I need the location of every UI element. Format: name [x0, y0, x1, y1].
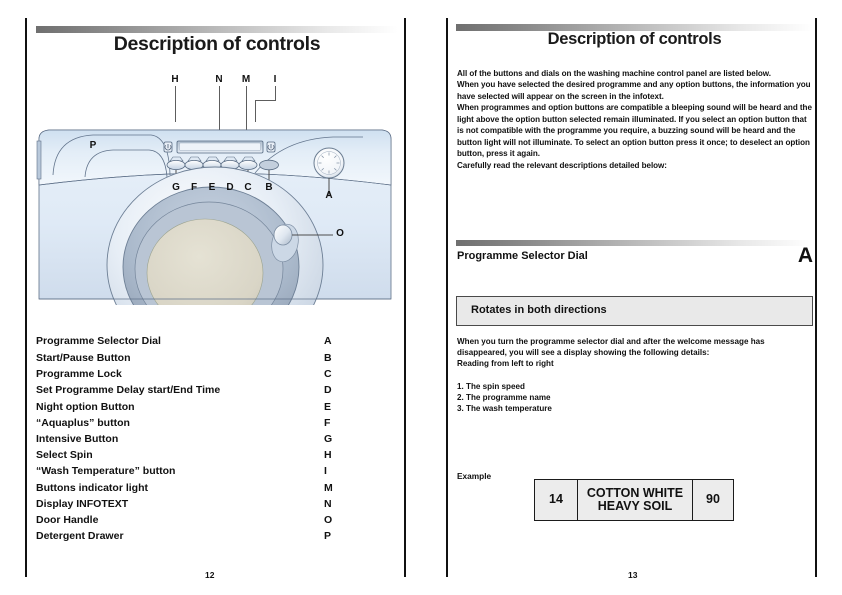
- legend-code: N: [324, 497, 332, 510]
- left-page-left-edge: [25, 18, 27, 577]
- callout-letter-d: D: [226, 182, 234, 193]
- display-details-list: 1. The spin speed 2. The programme name …: [457, 381, 552, 415]
- legend-label: Start/Pause Button: [36, 352, 131, 364]
- section-body-text: When you turn the programme selector dia…: [457, 336, 815, 370]
- legend-label: Set Programme Delay start/End Time: [36, 384, 221, 397]
- legend-code: B: [324, 352, 332, 364]
- legend-row: Start/Pause Button B: [36, 350, 366, 366]
- legend-code: I: [324, 465, 327, 478]
- example-temperature-cell: 90: [692, 479, 734, 521]
- section-body-paragraph: Reading from left to right: [457, 359, 554, 369]
- legend-row: Set Programme Delay start/End Time D: [36, 382, 366, 398]
- example-programme-line2: HEAVY SOIL: [597, 499, 673, 513]
- legend-code: E: [324, 400, 332, 413]
- left-page-right-edge: [404, 18, 406, 577]
- legend-row: Door Handle O: [36, 512, 366, 528]
- intro-paragraph: Carefully read the relevant descriptions…: [457, 160, 667, 170]
- example-display-table: 14 COTTON WHITE HEAVY SOIL 90: [534, 479, 734, 521]
- legend-label: Buttons indicator light: [36, 481, 148, 494]
- legend-row: Buttons indicator light M: [36, 480, 366, 496]
- list-item: 2. The programme name: [457, 393, 551, 403]
- example-label: Example: [457, 471, 492, 481]
- legend-code: A: [324, 335, 332, 347]
- callout-letter-i: I: [273, 74, 277, 85]
- legend-row: Display INFOTEXT N: [36, 496, 366, 512]
- intro-paragraph: All of the buttons and dials on the wash…: [457, 69, 771, 78]
- left-page-header-rule: [36, 26, 398, 33]
- legend-code: O: [324, 513, 333, 526]
- section-code-letter: A: [797, 244, 813, 267]
- callout-letter-g: G: [172, 182, 180, 193]
- right-page-right-edge: [815, 18, 817, 577]
- legend-row: Select Spin H: [36, 447, 366, 463]
- callout-letter-m: M: [241, 74, 251, 85]
- note-box-text: Rotates in both directions: [471, 304, 607, 316]
- legend-label: Select Spin: [36, 449, 93, 462]
- legend-label: Display INFOTEXT: [36, 497, 129, 510]
- intro-text-block: All of the buttons and dials on the wash…: [457, 68, 815, 171]
- leader-line-i-upper: [274, 86, 276, 101]
- legend-row: Programme Selector Dial A: [36, 332, 366, 350]
- section-title: Programme Selector Dial: [457, 250, 588, 262]
- right-page-title: Description of controls: [547, 30, 722, 48]
- legend-row: Programme Lock C: [36, 366, 366, 382]
- legend-code: C: [324, 368, 332, 381]
- left-page-title: Description of controls: [113, 33, 321, 55]
- legend-label: “Aquaplus” button: [36, 416, 130, 429]
- section-header-rule: [456, 240, 813, 246]
- note-box: Rotates in both directions: [456, 296, 813, 326]
- callout-letter-a: A: [325, 190, 333, 201]
- legend-code: H: [324, 449, 332, 462]
- manual-spread: Description of controls H N M I G F E D …: [0, 0, 842, 595]
- page-number-right: 13: [628, 570, 638, 580]
- callout-letter-e: E: [208, 182, 216, 193]
- list-item: 3. The wash temperature: [457, 404, 552, 414]
- intro-paragraph: When programmes and option buttons are c…: [457, 103, 812, 159]
- legend-code: G: [324, 432, 333, 445]
- callout-letter-h: H: [171, 74, 179, 85]
- legend-label: Night option Button: [36, 400, 135, 413]
- legend-row: Intensive Button G: [36, 431, 366, 447]
- controls-legend-list: Programme Selector Dial A Start/Pause Bu…: [36, 332, 366, 544]
- legend-label: Detergent Drawer: [36, 530, 124, 543]
- list-item: 1. The spin speed: [457, 382, 525, 391]
- legend-code: D: [324, 384, 332, 397]
- callout-letter-p: P: [89, 140, 97, 151]
- callout-letter-c: C: [244, 182, 252, 193]
- legend-label: Programme Lock: [36, 368, 122, 381]
- example-programme-name-cell: COTTON WHITE HEAVY SOIL: [577, 479, 693, 521]
- right-page-left-edge: [446, 18, 448, 577]
- legend-code: F: [324, 416, 331, 429]
- leader-line-i-elbow: [255, 100, 275, 102]
- table-row: 14 COTTON WHITE HEAVY SOIL 90: [534, 479, 734, 521]
- legend-label: Intensive Button: [36, 432, 119, 445]
- legend-label: Door Handle: [36, 513, 99, 526]
- callout-letter-f: F: [190, 182, 198, 193]
- legend-row: Detergent Drawer P: [36, 528, 366, 544]
- callout-letter-b: B: [265, 182, 273, 193]
- legend-label: Programme Selector Dial: [36, 335, 161, 347]
- legend-code: M: [324, 481, 333, 494]
- intro-paragraph: When you have selected the desired progr…: [457, 80, 811, 101]
- page-number-left: 12: [205, 570, 215, 580]
- callout-letter-n: N: [215, 74, 223, 85]
- example-programme-line1: COTTON WHITE: [586, 485, 684, 500]
- legend-row: “Aquaplus” button F: [36, 415, 366, 431]
- legend-label: “Wash Temperature” button: [36, 465, 176, 478]
- legend-row: Night option Button E: [36, 399, 366, 415]
- legend-code: P: [324, 530, 332, 543]
- callout-letter-o: O: [336, 228, 344, 239]
- legend-row: “Wash Temperature” button I: [36, 463, 366, 479]
- example-spin-speed-cell: 14: [534, 479, 578, 521]
- section-body-paragraph: When you turn the programme selector dia…: [457, 337, 765, 358]
